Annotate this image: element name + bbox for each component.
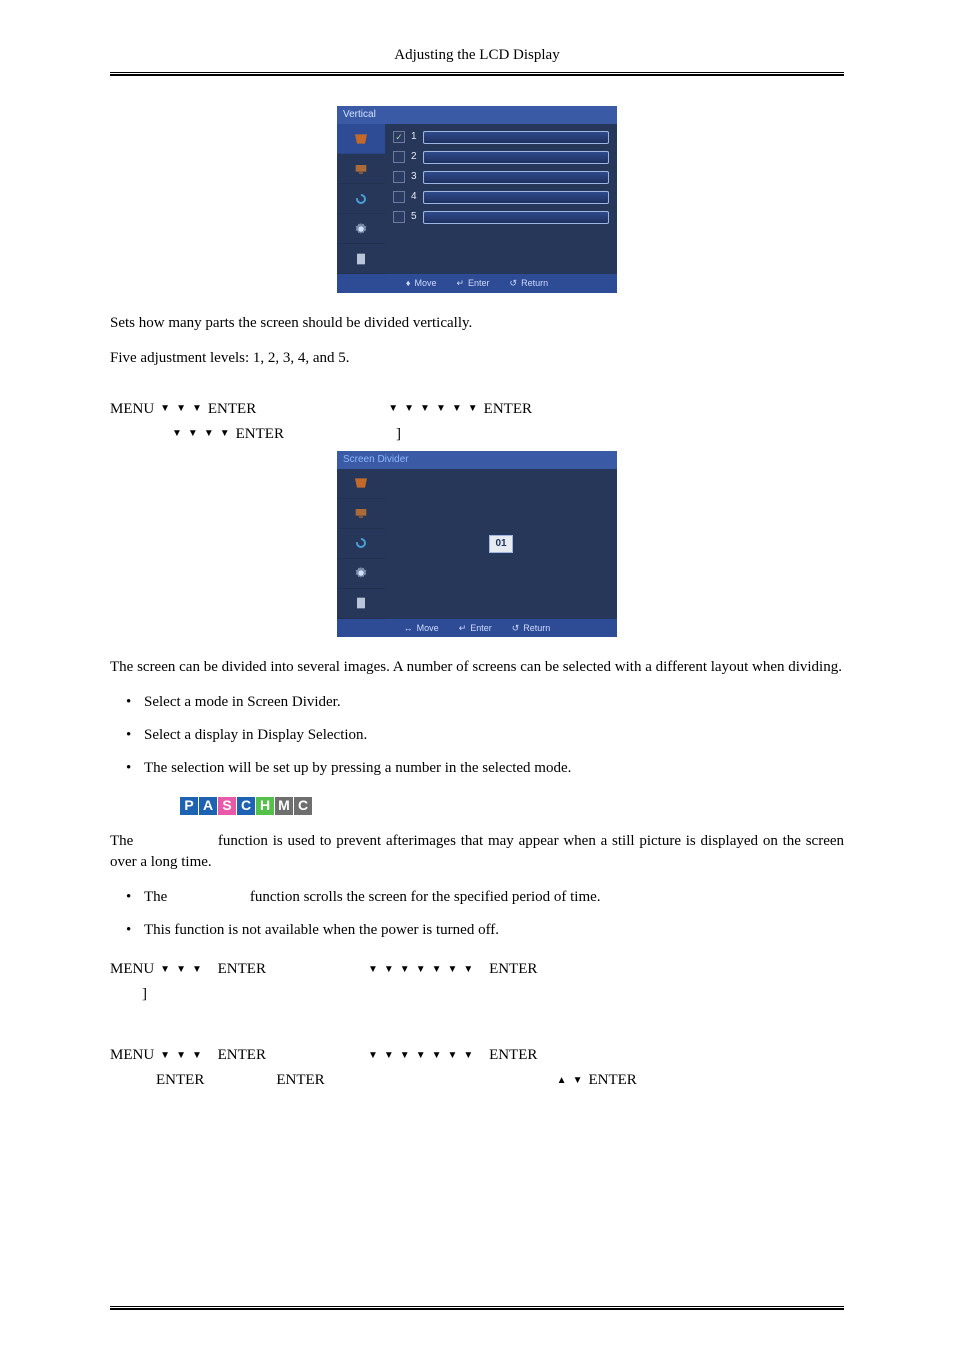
menu-sequence-3b: ENTER ENTER ▲ ▼ENTER — [110, 1070, 844, 1091]
gear-icon[interactable] — [337, 214, 385, 244]
osd-row-label: 1 — [411, 130, 417, 144]
list-item: This function is not available when the … — [126, 920, 844, 941]
picture-icon[interactable] — [337, 124, 385, 154]
menu-sequence-2a: MENU ▼▼▼ ENTER ▼▼▼▼▼▼▼ ENTER — [110, 959, 844, 980]
osd-row-label: 2 — [411, 150, 417, 164]
osd-row-2[interactable]: 2 — [393, 150, 609, 164]
osd-side-icons — [337, 469, 385, 619]
header-rule — [110, 72, 844, 76]
menu-sequence-1b: ▼▼▼ ▼ENTER ] — [110, 424, 844, 445]
badge: S — [218, 797, 236, 815]
badge: P — [180, 797, 198, 815]
list-item: The selection will be set up by pressing… — [126, 758, 844, 779]
bullet-list: Select a mode in Screen Divider. Select … — [110, 692, 844, 779]
badge-row: P A S C H M C — [180, 797, 844, 815]
osd-row-3[interactable]: 3 — [393, 170, 609, 184]
return-hint: ↺ Return — [512, 622, 551, 635]
enter-hint: ↵ Enter — [459, 622, 492, 635]
osd-title: Screen Divider — [337, 451, 617, 469]
osd-row-label: 4 — [411, 190, 417, 204]
paragraph: Five adjustment levels: 1, 2, 3, 4, and … — [110, 348, 844, 369]
menu-sequence-1a: MENU ▼▼▼ ENTER ▼▼▼▼▼ ▼ ENTER — [110, 399, 844, 420]
page-title: Adjusting the LCD Display — [110, 45, 844, 72]
osd-title: Vertical — [337, 106, 617, 124]
move-hint: ♦ Move — [406, 277, 437, 290]
document-icon[interactable] — [337, 244, 385, 274]
osd-screen-divider: Screen Divider 01 ↔ Move ↵ Enter ↺ Retur… — [337, 451, 617, 638]
screen-icon[interactable] — [337, 499, 385, 529]
return-hint: ↺ Return — [510, 277, 549, 290]
osd-side-icons — [337, 124, 385, 274]
paragraph: Sets how many parts the screen should be… — [110, 313, 844, 334]
menu-sequence-3a: MENU ▼▼▼ ENTER ▼▼▼▼▼▼▼ ENTER — [110, 1045, 844, 1066]
badge: H — [256, 797, 274, 815]
osd-value: 01 — [489, 535, 512, 553]
list-item: The function scrolls the screen for the … — [126, 887, 844, 908]
enter-hint: ↵ Enter — [456, 277, 489, 290]
picture-icon[interactable] — [337, 469, 385, 499]
paragraph: The function is used to prevent afterima… — [110, 831, 844, 873]
menu-sequence-2b: ] — [110, 984, 844, 1005]
loading-icon[interactable] — [337, 184, 385, 214]
osd-row-1[interactable]: ✓1 — [393, 130, 609, 144]
osd-vertical: Vertical ✓1 2 3 4 5 ♦ Move ↵ Enter ↺ Ret… — [337, 106, 617, 293]
bullet-list: The function scrolls the screen for the … — [110, 887, 844, 941]
osd-footer: ♦ Move ↵ Enter ↺ Return — [337, 274, 617, 293]
move-hint: ↔ Move — [404, 622, 439, 635]
gear-icon[interactable] — [337, 559, 385, 589]
osd-footer: ↔ Move ↵ Enter ↺ Return — [337, 619, 617, 638]
loading-icon[interactable] — [337, 529, 385, 559]
osd-row-label: 5 — [411, 210, 417, 224]
osd-row-label: 3 — [411, 170, 417, 184]
osd-row-4[interactable]: 4 — [393, 190, 609, 204]
paragraph: The screen can be divided into several i… — [110, 657, 844, 678]
badge: A — [199, 797, 217, 815]
osd-row-5[interactable]: 5 — [393, 210, 609, 224]
document-icon[interactable] — [337, 589, 385, 619]
badge: C — [237, 797, 255, 815]
list-item: Select a display in Display Selection. — [126, 725, 844, 746]
screen-icon[interactable] — [337, 154, 385, 184]
badge: M — [275, 797, 293, 815]
badge: C — [294, 797, 312, 815]
footer-rule — [110, 1306, 844, 1310]
list-item: Select a mode in Screen Divider. — [126, 692, 844, 713]
